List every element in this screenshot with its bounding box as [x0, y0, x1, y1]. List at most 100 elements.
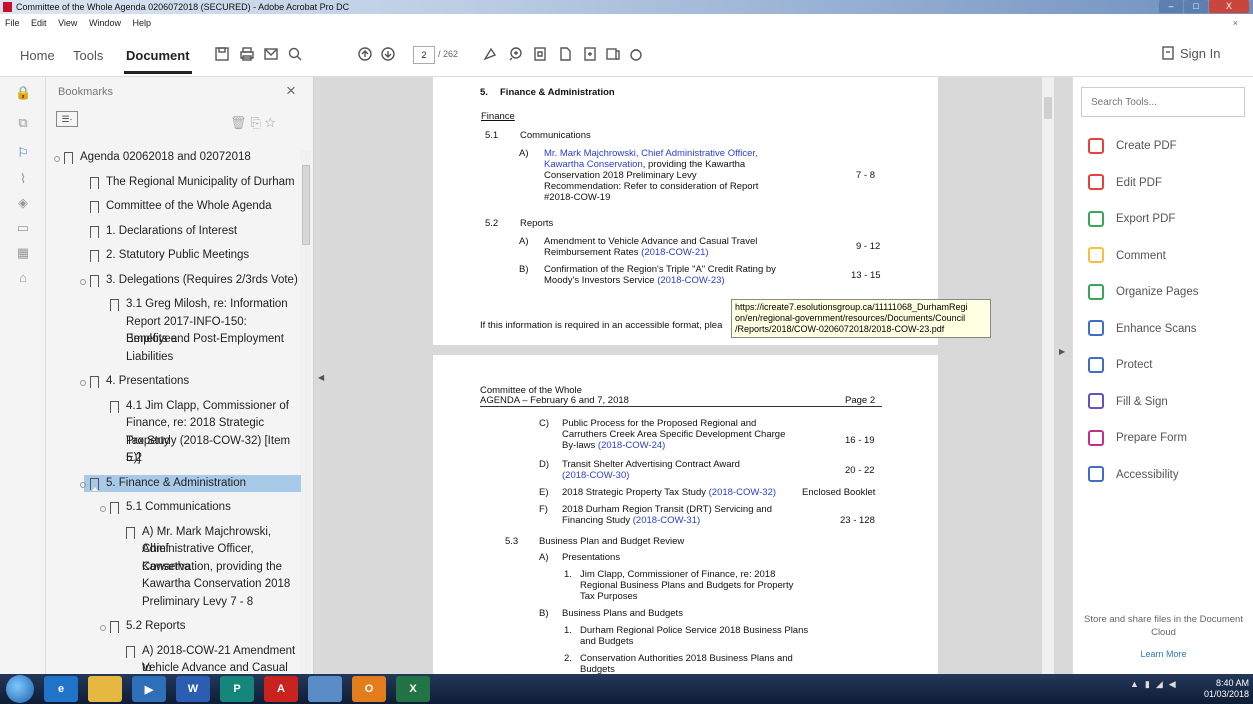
print-icon[interactable] — [237, 44, 257, 64]
tool-export-pdf[interactable]: Export PDF — [1088, 210, 1175, 230]
bookmark-item[interactable]: Benefits and Post-Employment — [126, 331, 284, 349]
single-page-icon[interactable] — [555, 44, 575, 64]
bookmark-item[interactable]: 2. Statutory Public Meetings — [106, 247, 249, 265]
tool-organize-pages[interactable]: Organize Pages — [1088, 283, 1198, 303]
system-tray-icons[interactable]: ▲▮◢◀ — [1130, 679, 1182, 690]
document-scrollbar[interactable] — [1042, 77, 1054, 674]
page-number-input[interactable]: 2 — [413, 46, 435, 64]
attachments-icon[interactable]: ⌇ — [15, 171, 31, 187]
close-document-icon[interactable]: × — [1233, 14, 1238, 32]
minimize-button[interactable]: – — [1159, 0, 1183, 13]
link-2018-cow-24[interactable]: (2018-COW-24) — [598, 440, 665, 451]
bookmark-item[interactable]: Tax Study (2018-COW-32) [Item 5.2 — [126, 433, 301, 468]
page-thumbnails-icon[interactable]: ⧉ — [15, 115, 31, 131]
taskbar-explorer-icon[interactable] — [88, 676, 122, 702]
scroll-mode-icon[interactable] — [580, 44, 600, 64]
taskbar-media-icon[interactable]: ▶ — [132, 676, 166, 702]
bookmark-item[interactable]: E)] — [126, 450, 141, 468]
content-icon[interactable]: ▭ — [15, 220, 31, 236]
menu-view[interactable]: View — [58, 18, 77, 28]
bookmark-item[interactable]: 3.1 Greg Milosh, re: Information — [126, 296, 288, 314]
read-mode-icon[interactable] — [603, 44, 623, 64]
expand-toggle-icon[interactable] — [80, 278, 86, 285]
tool-accessibility[interactable]: Accessibility — [1088, 466, 1179, 486]
tab-home[interactable]: Home — [20, 48, 55, 63]
tool-comment[interactable]: Comment — [1088, 247, 1166, 267]
link-2018-cow-21[interactable]: (2018-COW-21) — [641, 247, 708, 258]
tool-create-pdf[interactable]: Create PDF — [1088, 137, 1177, 157]
taskbar-outlook-icon[interactable]: O — [352, 676, 386, 702]
bookmark-item[interactable]: Preliminary Levy 7 - 8 — [142, 594, 253, 612]
tool-prepare-form[interactable]: Prepare Form — [1088, 429, 1187, 449]
taskbar-word-icon[interactable]: W — [176, 676, 210, 702]
expand-toggle-icon[interactable] — [54, 156, 60, 162]
bookmarks-scrollbar[interactable] — [301, 150, 311, 674]
bookmark-options-icon[interactable]: ☰· — [56, 111, 78, 127]
search-tools-input[interactable] — [1081, 87, 1245, 117]
document-scroll-thumb[interactable] — [1044, 97, 1052, 119]
bookmark-item[interactable]: Vehicle Advance and Casual — [142, 660, 288, 674]
bookmark-item[interactable]: 3. Delegations (Requires 2/3rds Vote) — [106, 272, 298, 290]
tool-protect[interactable]: Protect — [1088, 356, 1152, 376]
expand-toggle-icon[interactable] — [80, 380, 86, 386]
tool-edit-pdf[interactable]: Edit PDF — [1088, 174, 1162, 194]
link-2018-cow-31[interactable]: (2018-COW-31) — [633, 515, 700, 526]
tab-tools[interactable]: Tools — [73, 48, 103, 63]
lock-icon[interactable]: 🔒 — [15, 85, 31, 101]
clock[interactable]: 8:40 AM 01/03/2018 — [1204, 678, 1249, 700]
start-button[interactable] — [6, 675, 34, 703]
search-icon[interactable] — [285, 44, 305, 64]
expand-toggle-icon[interactable] — [100, 625, 106, 631]
bookmark-item[interactable]: 4.1 Jim Clapp, Commissioner of — [126, 398, 289, 416]
link-2018-cow-32[interactable]: (2018-COW-32) — [709, 487, 776, 498]
email-icon[interactable] — [261, 44, 281, 64]
bookmark-item[interactable]: 5. Finance & Administration — [84, 474, 301, 492]
bookmarks-icon[interactable]: ⚐ — [15, 145, 31, 161]
save-icon[interactable] — [212, 44, 232, 64]
tags-icon[interactable]: ⌂ — [15, 270, 31, 286]
fit-page-icon[interactable] — [530, 44, 550, 64]
bookmark-item[interactable]: 5.2 Reports — [126, 618, 185, 636]
select-icon[interactable] — [480, 44, 500, 64]
bookmark-item[interactable]: Kawartha Conservation 2018 — [142, 576, 290, 594]
close-bookmarks-icon[interactable]: × — [286, 81, 296, 101]
taskbar-ie-icon[interactable]: e — [44, 676, 78, 702]
tab-document[interactable]: Document — [126, 48, 190, 63]
stamp-icon[interactable] — [626, 44, 646, 64]
link-2018-cow-23[interactable]: (2018-COW-23) — [657, 275, 724, 286]
expand-toggle-icon[interactable] — [100, 506, 106, 512]
collapse-left-icon[interactable]: ◀ — [318, 373, 324, 382]
menu-file[interactable]: File — [5, 18, 20, 28]
page-down-icon[interactable] — [378, 44, 398, 64]
link-majchrowski[interactable]: Mr. Mark Majchrowski, Chief Administrati… — [544, 148, 758, 159]
tool-fill-sign[interactable]: Fill & Sign — [1088, 393, 1168, 413]
page-up-icon[interactable] — [355, 44, 375, 64]
layers-icon[interactable]: ◈ — [15, 195, 31, 211]
close-window-button[interactable]: X — [1209, 0, 1249, 13]
bookmark-tools-icons[interactable]: 🗑⎘☆ — [230, 115, 280, 131]
sign-in-link[interactable]: Sign In — [1180, 46, 1220, 61]
taskbar-notepad-icon[interactable] — [308, 676, 342, 702]
zoom-icon[interactable] — [506, 44, 526, 64]
tool-enhance-scans[interactable]: Enhance Scans — [1088, 320, 1197, 340]
bookmark-item[interactable]: 4. Presentations — [106, 373, 189, 391]
bookmark-item[interactable]: 5.1 Communications — [126, 499, 231, 517]
menu-edit[interactable]: Edit — [31, 18, 47, 28]
bookmark-item[interactable]: 1. Declarations of Interest — [106, 223, 237, 241]
menu-window[interactable]: Window — [89, 18, 121, 28]
link-kawartha[interactable]: Kawartha Conservation — [544, 159, 643, 170]
scrollbar-thumb[interactable] — [302, 165, 310, 245]
bookmark-item[interactable]: Agenda 02062018 and 02072018 — [80, 149, 251, 167]
menu-help[interactable]: Help — [132, 18, 151, 28]
taskbar-excel-icon[interactable]: X — [396, 676, 430, 702]
bookmark-item[interactable]: Committee of the Whole Agenda — [106, 198, 272, 216]
fields-icon[interactable]: ▦ — [15, 245, 31, 261]
learn-more-link[interactable]: Learn More — [1081, 649, 1246, 659]
taskbar-publisher-icon[interactable]: P — [220, 676, 254, 702]
maximize-button[interactable]: □ — [1184, 0, 1208, 13]
account-icon[interactable] — [1158, 43, 1178, 63]
bookmark-item[interactable]: The Regional Municipality of Durham — [106, 174, 295, 192]
taskbar-acrobat-icon[interactable]: A — [264, 676, 298, 702]
collapse-right-icon[interactable]: ▶ — [1059, 347, 1065, 356]
bookmark-item[interactable]: Conservation, providing the — [142, 559, 282, 577]
